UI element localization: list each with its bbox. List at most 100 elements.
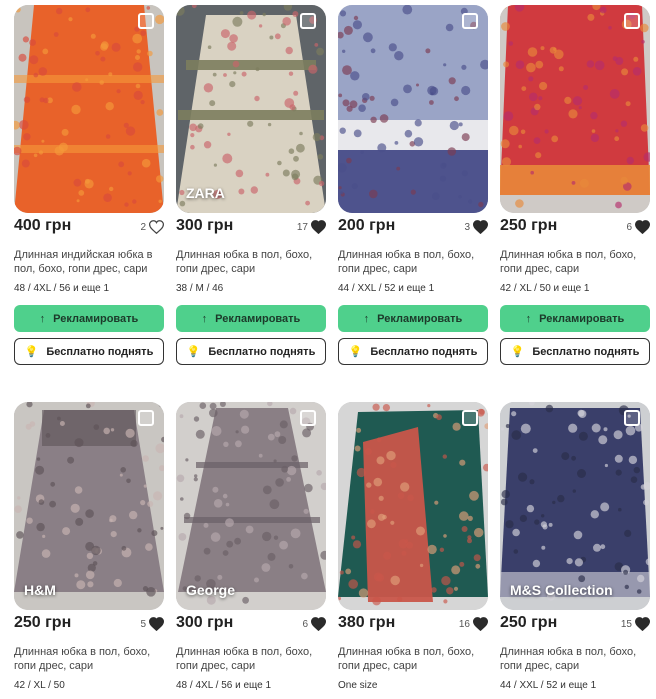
heart-filled-icon[interactable] xyxy=(148,617,165,632)
listing-photo[interactable]: M&S Collection xyxy=(500,402,650,610)
listing-card[interactable]: ZARA 300 грн 17 Длинная юбка в пол, бохо… xyxy=(176,5,327,365)
pattern-dot xyxy=(261,563,271,572)
pattern-dot xyxy=(338,596,341,601)
pattern-dot xyxy=(390,98,399,107)
listing-title[interactable]: Длинная индийская юбка в пол, бохо, гопи… xyxy=(14,248,164,276)
pattern-dot xyxy=(233,71,237,75)
pattern-dot xyxy=(520,129,526,135)
price: 400 грн xyxy=(14,217,72,234)
listing-title[interactable]: Длинная юбка в пол, бохо, гопи дрес, сар… xyxy=(176,645,326,673)
likes[interactable]: 2 xyxy=(140,220,165,235)
listing-card[interactable]: 200 грн 3 Длинная юбка в пол, бохо, гопи… xyxy=(338,5,489,365)
promote-button[interactable]: ↑ Рекламировать xyxy=(338,305,488,332)
skirt-image xyxy=(500,402,650,601)
pattern-dot xyxy=(362,93,370,101)
likes[interactable]: 6 xyxy=(302,617,327,632)
listing-card[interactable]: 250 грн 6 Длинная юбка в пол, бохо, гопи… xyxy=(500,5,651,365)
pattern-dot xyxy=(74,486,83,494)
promote-button[interactable]: ↑ Рекламировать xyxy=(176,305,326,332)
pattern-dot xyxy=(299,131,303,136)
listing-title[interactable]: Длинная юбка в пол, бохо, гопи дрес, сар… xyxy=(338,248,488,276)
pattern-dot xyxy=(320,550,326,560)
pattern-dot xyxy=(180,497,184,501)
pattern-dot xyxy=(467,515,473,521)
pattern-dot xyxy=(620,120,628,127)
pattern-dot xyxy=(529,92,538,102)
pattern-dot xyxy=(87,581,94,588)
skirt-image xyxy=(500,5,650,209)
listing-photo[interactable]: George xyxy=(176,402,326,610)
listing-photo[interactable] xyxy=(500,5,650,213)
listing-card[interactable]: 400 грн 2 Длинная индийская юбка в пол, … xyxy=(14,5,165,365)
free-raise-button[interactable]: 💡 Бесплатно поднять xyxy=(500,338,650,365)
promote-button[interactable]: ↑ Рекламировать xyxy=(14,305,164,332)
likes[interactable]: 6 xyxy=(626,220,651,235)
heart-filled-icon[interactable] xyxy=(634,220,651,235)
listing-card[interactable]: 380 грн 16 Длинная юбка в пол, бохо, гоп… xyxy=(338,402,489,691)
select-checkbox[interactable] xyxy=(138,410,154,426)
heart-filled-icon[interactable] xyxy=(472,220,489,235)
listing-photo[interactable] xyxy=(338,5,488,213)
listing-photo[interactable]: H&M xyxy=(14,402,164,610)
select-checkbox[interactable] xyxy=(624,410,640,426)
pattern-dot xyxy=(388,43,397,52)
pattern-dot xyxy=(353,15,359,21)
likes[interactable]: 3 xyxy=(464,220,489,235)
listing-card[interactable]: H&M 250 грн 5 Длинная юбка в пол, бохо, … xyxy=(14,402,165,691)
pattern-dot xyxy=(74,438,84,448)
heart-filled-icon[interactable] xyxy=(310,617,327,632)
pattern-dot xyxy=(382,404,390,412)
pattern-dot xyxy=(625,101,631,107)
pattern-dot xyxy=(262,531,272,542)
pattern-dot xyxy=(118,161,125,168)
promote-button[interactable]: ↑ Рекламировать xyxy=(500,305,650,332)
listing-photo[interactable] xyxy=(338,402,488,610)
heart-outline-icon[interactable] xyxy=(148,220,165,235)
pattern-dot xyxy=(632,67,642,76)
pattern-dot xyxy=(356,427,362,433)
pattern-dot xyxy=(38,150,44,155)
select-checkbox[interactable] xyxy=(624,13,640,29)
listing-card[interactable]: George 300 грн 6 Длинная юбка в пол, бох… xyxy=(176,402,327,691)
likes[interactable]: 5 xyxy=(140,617,165,632)
pattern-dot xyxy=(478,201,484,208)
listing-sizes: 38 / M / 46 xyxy=(176,283,224,294)
likes[interactable]: 17 xyxy=(297,220,327,235)
pattern-dot xyxy=(293,155,299,162)
heart-filled-icon[interactable] xyxy=(634,617,651,632)
pattern-dot xyxy=(289,104,296,111)
listing-card[interactable]: M&S Collection 250 грн 15 Длинная юбка в… xyxy=(500,402,651,691)
select-checkbox[interactable] xyxy=(300,410,316,426)
likes[interactable]: 15 xyxy=(621,617,651,632)
pattern-dot xyxy=(91,545,101,556)
select-checkbox[interactable] xyxy=(462,410,478,426)
pattern-dot xyxy=(604,463,608,468)
pattern-dot xyxy=(274,431,281,438)
pattern-dot xyxy=(579,178,589,188)
pattern-dot xyxy=(203,547,211,555)
pattern-dot xyxy=(590,133,600,143)
heart-filled-icon[interactable] xyxy=(472,617,489,632)
select-checkbox[interactable] xyxy=(300,13,316,29)
likes[interactable]: 16 xyxy=(459,617,489,632)
pattern-dot xyxy=(103,193,112,202)
pattern-dot xyxy=(262,485,272,495)
select-checkbox[interactable] xyxy=(138,13,154,29)
listing-title[interactable]: Длинная юбка в пол, бохо, гопи дрес, сар… xyxy=(14,645,164,673)
listing-title[interactable]: Длинная юбка в пол, бохо, гопи дрес, сар… xyxy=(176,248,326,276)
listing-title[interactable]: Длинная юбка в пол, бохо, гопи дрес, сар… xyxy=(500,248,650,276)
listing-title[interactable]: Длинная юбка в пол, бохо, гопи дрес, сар… xyxy=(338,645,488,673)
heart-filled-icon[interactable] xyxy=(310,220,327,235)
free-raise-button[interactable]: 💡 Бесплатно поднять xyxy=(176,338,326,365)
pattern-dot xyxy=(633,466,640,474)
select-checkbox[interactable] xyxy=(462,13,478,29)
pattern-dot xyxy=(312,133,321,142)
pattern-dot xyxy=(620,176,628,185)
listing-photo[interactable] xyxy=(14,5,164,213)
pattern-dot xyxy=(235,430,239,434)
listing-photo[interactable]: ZARA xyxy=(176,5,326,213)
lightbulb-icon: 💡 xyxy=(186,346,201,358)
free-raise-button[interactable]: 💡 Бесплатно поднять xyxy=(338,338,488,365)
free-raise-button[interactable]: 💡 Бесплатно поднять xyxy=(14,338,164,365)
listing-title[interactable]: Длинная юбка в пол, бохо, гопи дрес, сар… xyxy=(500,645,650,673)
